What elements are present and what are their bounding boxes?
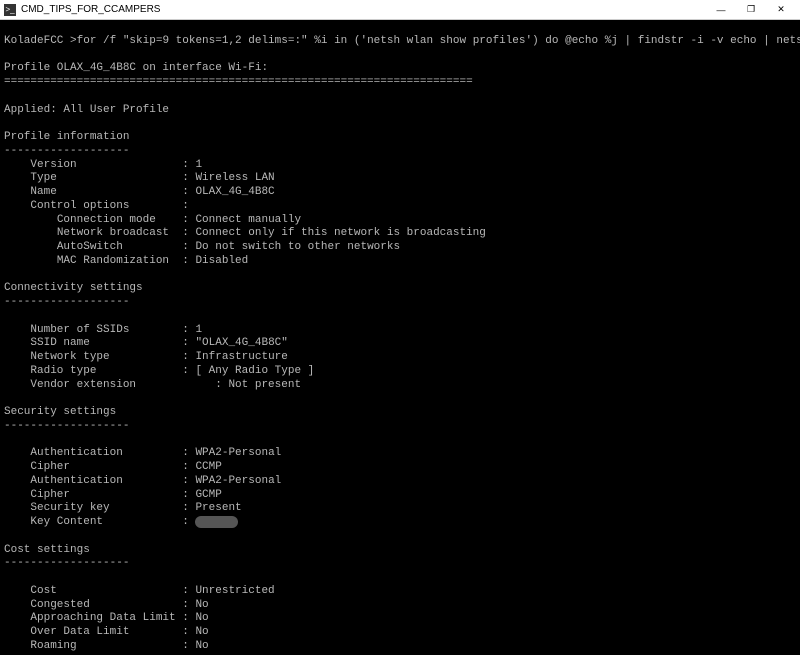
prompt-user: KoladeFCC [4, 35, 63, 47]
section-security-title: Security settings [4, 406, 116, 418]
window-title: CMD_TIPS_FOR_CCAMPERS [21, 4, 706, 15]
row-number-of-ssids: Number of SSIDs : 1 [4, 324, 202, 336]
close-button[interactable]: ✕ [766, 0, 796, 20]
row-vendor-extension: Vendor extension : Not present [4, 379, 301, 391]
divider-short-2: ------------------- [4, 296, 129, 308]
row-auth-2: Authentication : WPA2-Personal [4, 475, 281, 487]
divider-short-3: ------------------- [4, 420, 129, 432]
row-roaming: Roaming : No [4, 640, 209, 652]
applied-line: Applied: All User Profile [4, 104, 169, 116]
row-congested: Congested : No [4, 599, 209, 611]
section-profile-info-title: Profile information [4, 131, 129, 143]
row-security-key: Security key : Present [4, 502, 242, 514]
row-version: Version : 1 [4, 159, 202, 171]
row-network-broadcast: Network broadcast : Connect only if this… [4, 227, 486, 239]
row-cost: Cost : Unrestricted [4, 585, 275, 597]
row-mac-randomization: MAC Randomization : Disabled [4, 255, 248, 267]
row-ssid-name: SSID name : "OLAX_4G_4B8C" [4, 337, 288, 349]
window-controls: — ❐ ✕ [706, 0, 796, 20]
row-radio-type: Radio type : [ Any Radio Type ] [4, 365, 314, 377]
window-titlebar: >_ CMD_TIPS_FOR_CCAMPERS — ❐ ✕ [0, 0, 800, 20]
row-auth-1: Authentication : WPA2-Personal [4, 447, 281, 459]
divider-short-4: ------------------- [4, 557, 129, 569]
cmd-icon: >_ [4, 4, 16, 16]
row-over-data-limit: Over Data Limit : No [4, 626, 209, 638]
section-cost-title: Cost settings [4, 544, 90, 556]
redacted-key-content [195, 516, 238, 528]
row-control-options: Control options : [4, 200, 189, 212]
row-key-content: Key Content : [4, 516, 238, 528]
row-name: Name : OLAX_4G_4B8C [4, 186, 275, 198]
row-cipher-1: Cipher : CCMP [4, 461, 222, 473]
terminal-output[interactable]: KoladeFCC >for /f "skip=9 tokens=1,2 del… [0, 20, 800, 655]
row-cipher-2: Cipher : GCMP [4, 489, 222, 501]
row-connection-mode: Connection mode : Connect manually [4, 214, 301, 226]
row-autoswitch: AutoSwitch : Do not switch to other netw… [4, 241, 400, 253]
profile-header: Profile OLAX_4G_4B8C on interface Wi-Fi: [4, 62, 268, 74]
prompt-line: KoladeFCC >for /f "skip=9 tokens=1,2 del… [4, 35, 800, 47]
row-type: Type : Wireless LAN [4, 172, 275, 184]
command-text: for /f "skip=9 tokens=1,2 delims=:" %i i… [77, 35, 800, 47]
row-network-type: Network type : Infrastructure [4, 351, 288, 363]
row-approaching-data-limit: Approaching Data Limit : No [4, 612, 209, 624]
section-connectivity-title: Connectivity settings [4, 282, 143, 294]
minimize-button[interactable]: — [706, 0, 736, 20]
divider-short: ------------------- [4, 145, 129, 157]
maximize-button[interactable]: ❐ [736, 0, 766, 20]
divider-long: ========================================… [4, 76, 473, 88]
